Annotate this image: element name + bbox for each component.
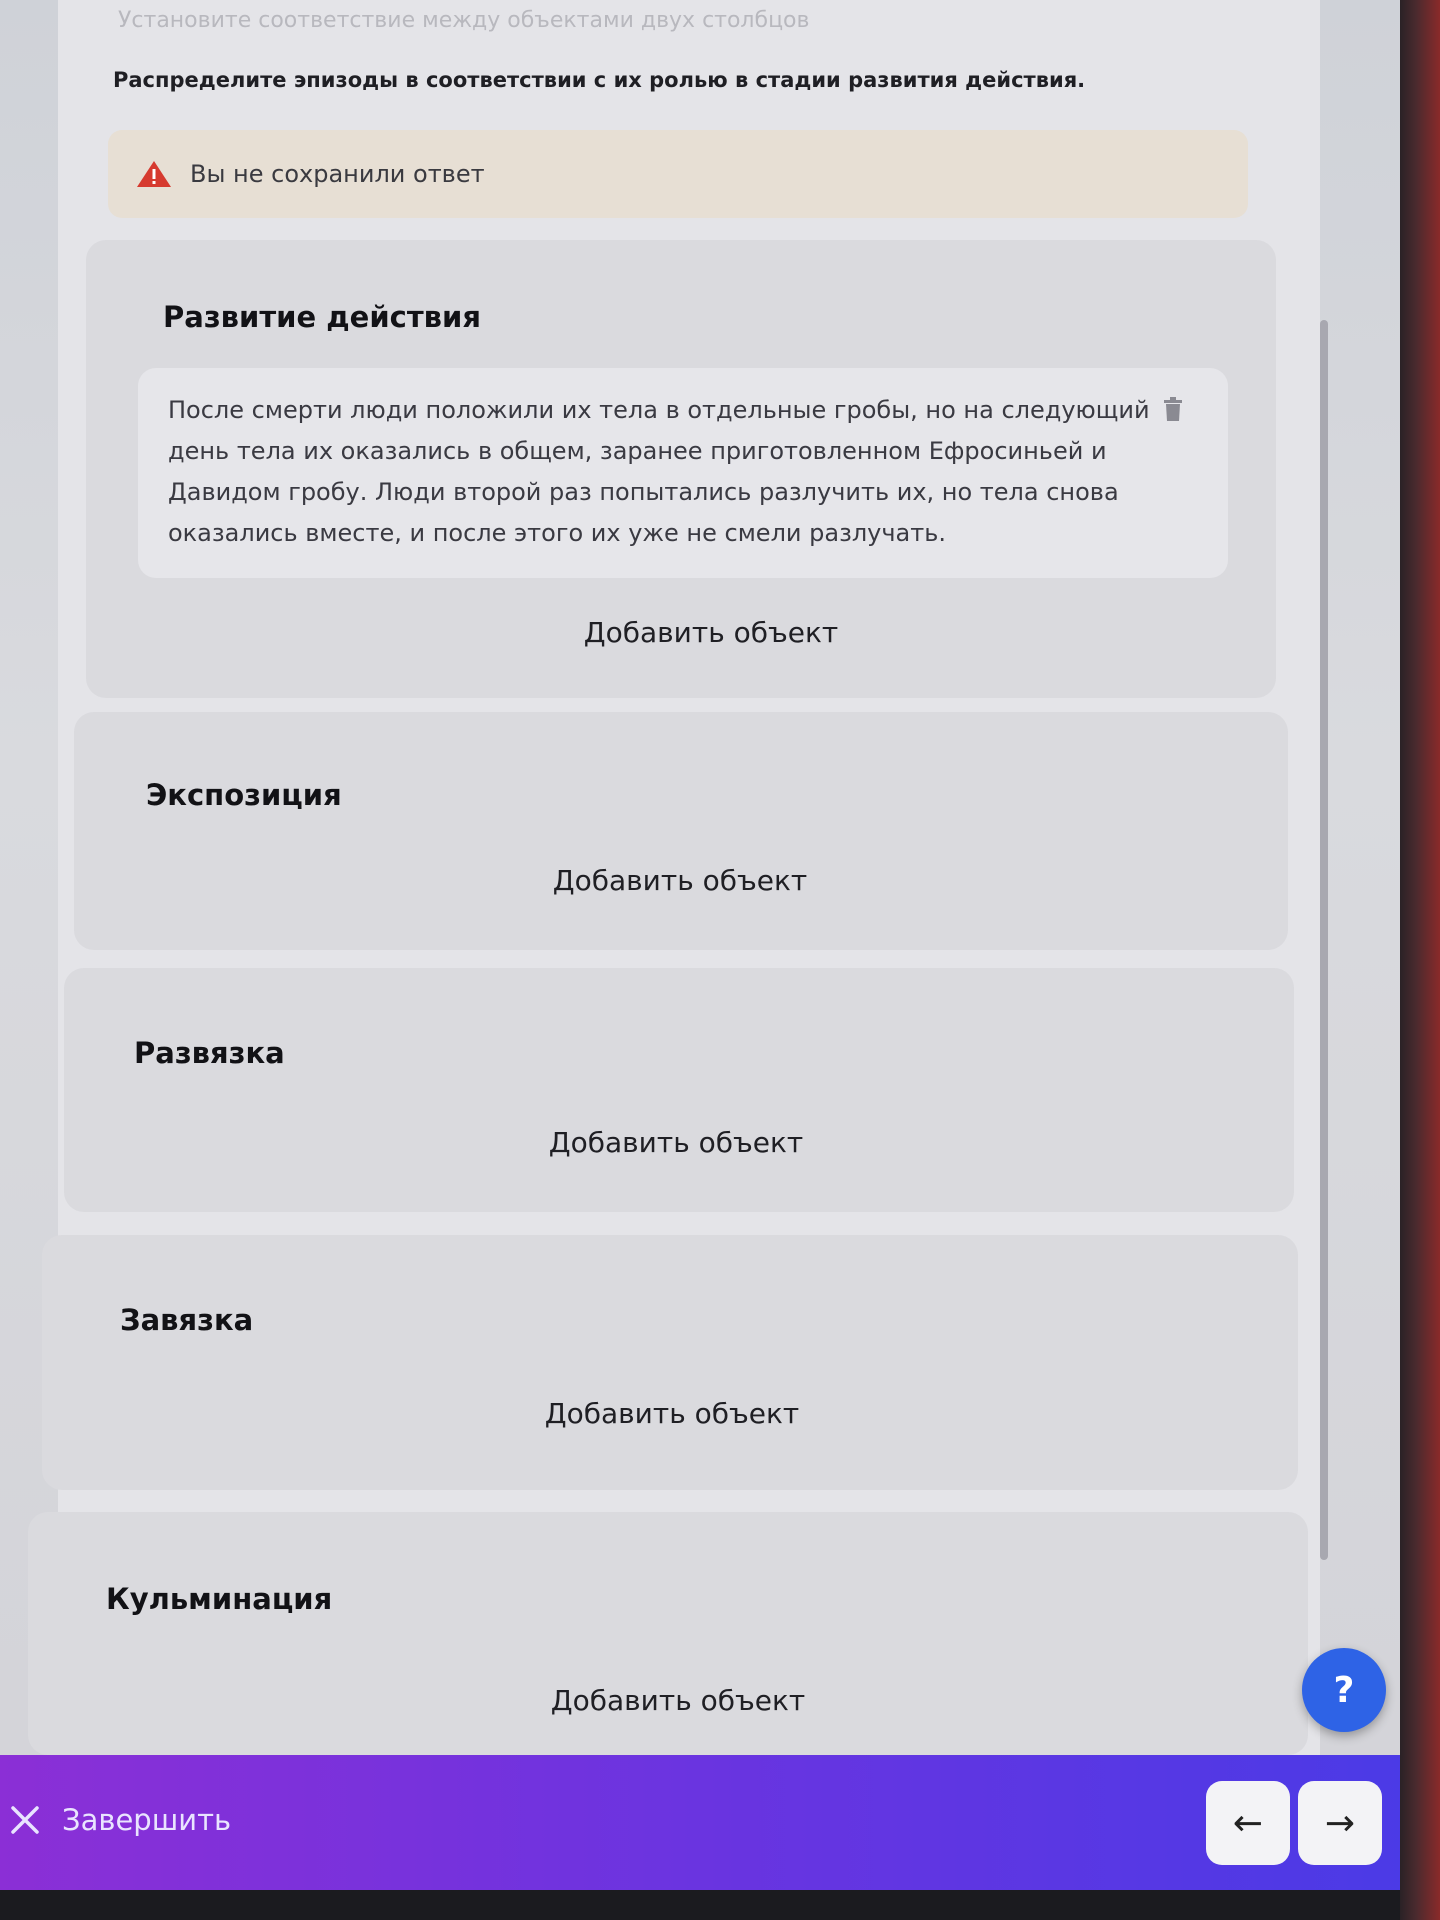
warning-text: Вы не сохранили ответ xyxy=(190,160,485,188)
close-icon xyxy=(11,1806,39,1834)
unsaved-warning: Вы не сохранили ответ xyxy=(108,130,1248,218)
device-frame xyxy=(1400,0,1440,1920)
group-title: Развитие действия xyxy=(163,300,481,334)
group-zavyazka: Завязка Добавить объект xyxy=(42,1235,1298,1490)
prev-button[interactable]: ← xyxy=(1206,1781,1290,1865)
group-title: Кульминация xyxy=(106,1582,333,1616)
instruction-hint: Установите соответствие между объектами … xyxy=(118,8,810,33)
trash-icon[interactable] xyxy=(1162,396,1184,422)
next-button[interactable]: → xyxy=(1298,1781,1382,1865)
add-object-button[interactable]: Добавить объект xyxy=(478,1684,878,1717)
group-ekspozitsiya: Экспозиция Добавить объект xyxy=(74,712,1288,950)
group-razvitie: Развитие действия После смерти люди поло… xyxy=(86,240,1276,698)
task-content: Установите соответствие между объектами … xyxy=(28,0,1320,1755)
add-object-button[interactable]: Добавить объект xyxy=(511,616,911,649)
help-button[interactable]: ? xyxy=(1302,1648,1386,1732)
add-object-button[interactable]: Добавить объект xyxy=(476,1126,876,1159)
group-razvyazka: Развязка Добавить объект xyxy=(64,968,1294,1212)
group-title: Завязка xyxy=(120,1303,254,1337)
task-instruction: Распределите эпизоды в соответствии с их… xyxy=(113,68,1086,92)
finish-button[interactable]: Завершить xyxy=(0,1785,240,1857)
finish-label: Завершить xyxy=(62,1803,232,1837)
group-kulminatsiya: Кульминация Добавить объект xyxy=(28,1512,1308,1755)
group-title: Экспозиция xyxy=(146,778,342,812)
add-object-button[interactable]: Добавить объект xyxy=(480,864,880,897)
screen: Установите соответствие между объектами … xyxy=(0,0,1400,1890)
bottom-toolbar: Завершить ← → xyxy=(0,1755,1400,1890)
scrollbar[interactable] xyxy=(1320,320,1328,1560)
list-item[interactable]: После смерти люди положили их тела в отд… xyxy=(138,368,1228,578)
add-object-button[interactable]: Добавить объект xyxy=(472,1397,872,1430)
warning-triangle-icon xyxy=(137,161,171,187)
group-title: Развязка xyxy=(134,1036,285,1070)
item-text: После смерти люди положили их тела в отд… xyxy=(168,396,1150,547)
